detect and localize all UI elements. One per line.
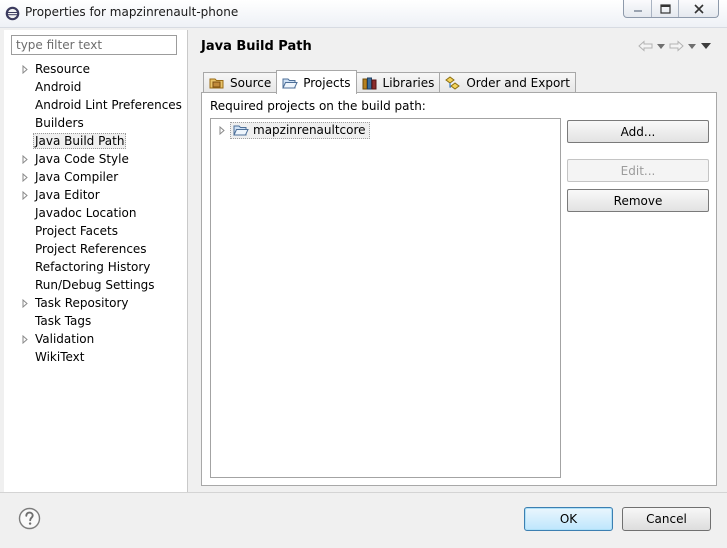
back-button[interactable] [637, 38, 654, 54]
tab-libraries[interactable]: Libraries [355, 72, 441, 93]
required-projects-list[interactable] [210, 118, 561, 478]
source-folder-icon [209, 78, 224, 89]
tree-item-android[interactable]: Android [18, 78, 184, 96]
tree-item-android-lint-preferences[interactable]: Android Lint Preferences [18, 96, 184, 114]
tree-item-java-editor[interactable]: Java Editor [18, 186, 184, 204]
page-title: Java Build Path [201, 39, 312, 54]
cancel-button[interactable]: Cancel [622, 507, 711, 531]
page-navigation-toolbar [637, 38, 713, 54]
forward-arrow-icon [669, 40, 684, 52]
close-button[interactable] [678, 0, 718, 17]
remove-project-button[interactable]: Remove [567, 189, 709, 212]
tree-item-validation[interactable]: Validation [18, 330, 184, 348]
forward-button[interactable] [668, 38, 685, 54]
close-icon [693, 4, 704, 14]
maximize-icon [659, 4, 671, 14]
tree-item-builders[interactable]: Builders [18, 114, 184, 132]
expand-arrow-icon[interactable] [21, 155, 29, 164]
ok-button[interactable]: OK [524, 507, 613, 531]
project-entry[interactable]: mapzinrenaultcore [230, 121, 370, 139]
view-menu-icon [701, 43, 711, 49]
tab-projects[interactable]: Projects [276, 70, 357, 94]
view-menu-button[interactable] [699, 38, 713, 54]
tree-item-wikitext[interactable]: WikiText [18, 348, 184, 366]
tree-item-run-debug-settings[interactable]: Run/Debug Settings [18, 276, 184, 294]
category-tree: Resource Android Android Lint Preference… [18, 60, 184, 366]
forward-history-dropdown[interactable] [687, 38, 697, 54]
tree-item-java-build-path[interactable]: Java Build Path [18, 132, 184, 150]
expand-arrow-icon[interactable] [21, 191, 29, 200]
build-path-tabs: Source Projects Libraries Order and Expo… [203, 70, 576, 94]
project-name: mapzinrenaultcore [253, 123, 366, 137]
tree-item-task-repository[interactable]: Task Repository [18, 294, 184, 312]
tree-item-javadoc-location[interactable]: Javadoc Location [18, 204, 184, 222]
expand-arrow-icon[interactable] [21, 299, 29, 308]
list-item[interactable]: mapzinrenaultcore [218, 121, 370, 139]
libraries-icon [362, 77, 377, 90]
window-controls [623, 0, 719, 18]
tree-item-refactoring-history[interactable]: Refactoring History [18, 258, 184, 276]
expand-arrow-icon[interactable] [21, 65, 29, 74]
tree-item-task-tags[interactable]: Task Tags [18, 312, 184, 330]
edit-project-button[interactable]: Edit... [567, 159, 709, 182]
expand-arrow-icon[interactable] [218, 125, 226, 135]
footer-separator [0, 492, 727, 493]
expand-arrow-icon[interactable] [21, 173, 29, 182]
dropdown-icon [688, 43, 696, 49]
back-history-dropdown[interactable] [656, 38, 666, 54]
required-projects-label: Required projects on the build path: [210, 99, 426, 113]
tree-item-project-references[interactable]: Project References [18, 240, 184, 258]
tree-item-project-facets[interactable]: Project Facets [18, 222, 184, 240]
add-project-button[interactable]: Add... [567, 120, 709, 143]
back-arrow-icon [638, 40, 653, 52]
expand-arrow-icon[interactable] [21, 335, 29, 344]
dropdown-icon [657, 43, 665, 49]
filter-input[interactable] [11, 35, 177, 55]
minimize-button[interactable] [624, 0, 651, 17]
tree-item-java-code-style[interactable]: Java Code Style [18, 150, 184, 168]
order-export-icon [445, 76, 461, 90]
tab-order-and-export[interactable]: Order and Export [439, 72, 576, 93]
minimize-icon [633, 10, 642, 12]
tree-item-java-compiler[interactable]: Java Compiler [18, 168, 184, 186]
project-folder-icon [282, 78, 298, 88]
tab-source[interactable]: Source [203, 72, 278, 93]
project-folder-icon [233, 125, 249, 136]
window-title: Properties for mapzinrenault-phone [25, 5, 239, 19]
maximize-button[interactable] [651, 0, 678, 17]
eclipse-icon [5, 6, 20, 21]
tree-item-resource[interactable]: Resource [18, 60, 184, 78]
help-icon[interactable] [18, 507, 41, 530]
